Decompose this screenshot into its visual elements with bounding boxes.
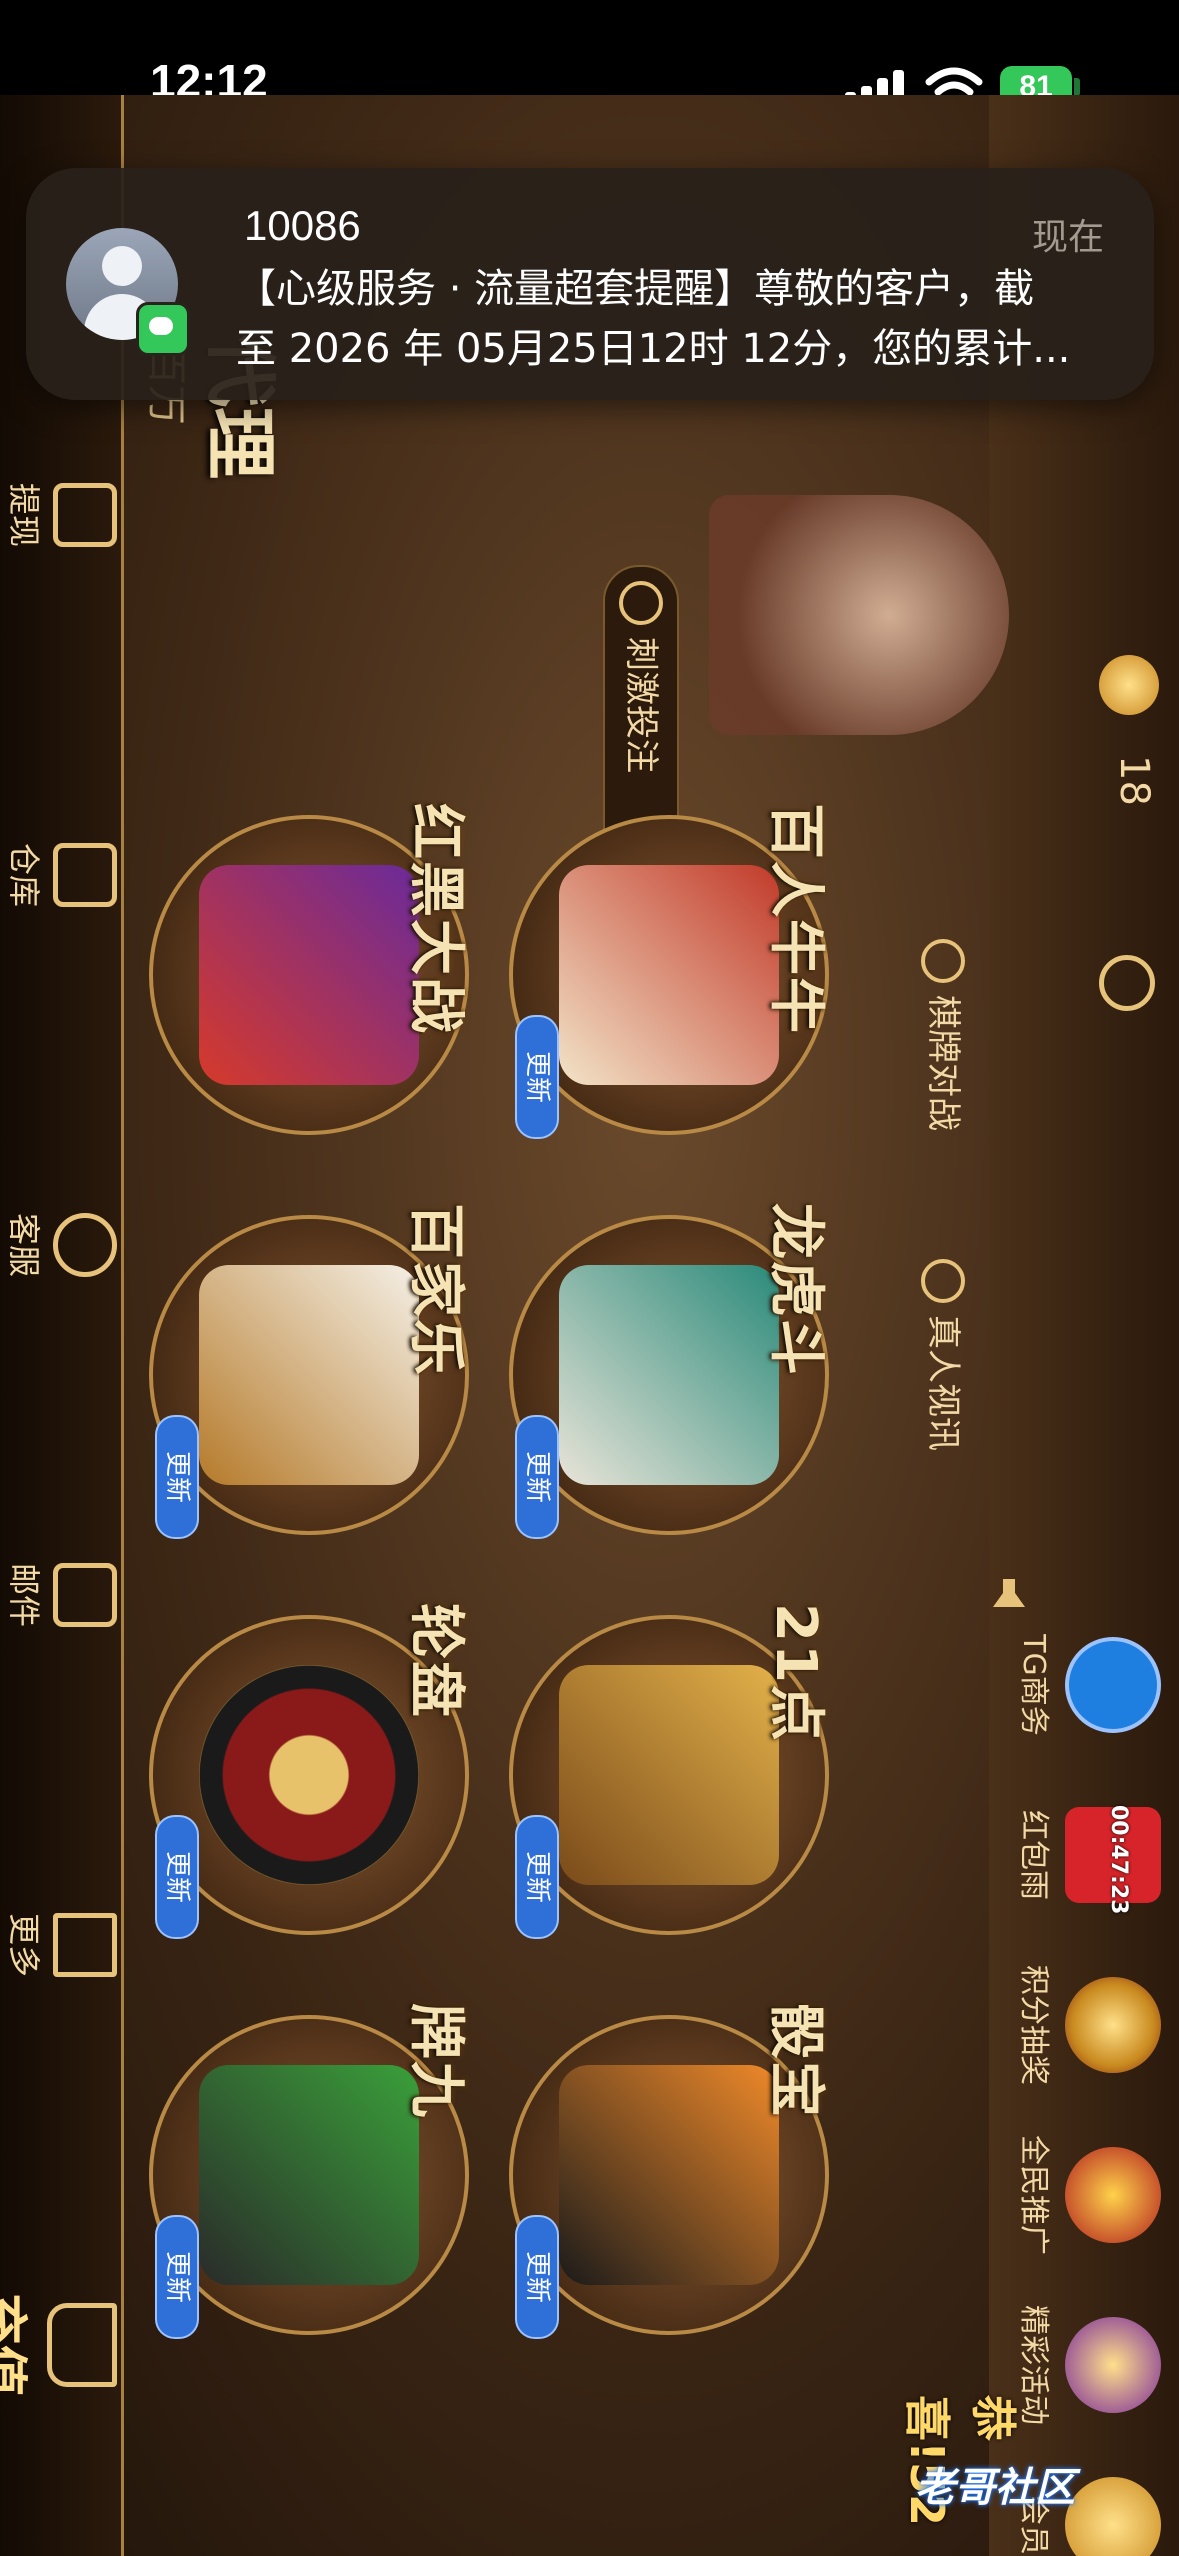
refresh-icon[interactable]: [1099, 955, 1155, 1011]
spade-heart-art: [199, 865, 419, 1085]
cards-icon: [921, 939, 965, 983]
nav-warehouse-label: 仓库: [5, 842, 43, 907]
game-lobby: 代理 百万 刺激投注 18 棋牌对战 真人视讯 百人牛牛 更新: [0, 95, 1179, 2556]
game-name: 轮盘: [403, 1603, 468, 1719]
messages-app-icon: [136, 302, 190, 356]
dice-art: [559, 2065, 779, 2285]
game-tile-blackjack[interactable]: 21点 更新: [469, 1595, 849, 1945]
points-lottery-button[interactable]: 积分抽奖: [991, 1965, 1161, 2085]
watermark: 老哥社区: [915, 2465, 1075, 2511]
blackjack-cards-art: [559, 1665, 779, 1885]
game-name: 红黑大战: [403, 803, 468, 1035]
avatar-head: [102, 246, 142, 286]
notification-sender: 10086: [244, 202, 361, 249]
points-lottery-label: 积分抽奖: [1016, 1965, 1051, 2085]
update-badge: 更新: [155, 1415, 199, 1539]
tab-live[interactable]: 真人视讯: [907, 1245, 979, 1565]
red-envelope-button[interactable]: 00:47:23 红包雨: [991, 1795, 1161, 1915]
referral-icon: [1065, 2147, 1161, 2243]
roulette-wheel-art: [199, 1665, 419, 1885]
nav-mail[interactable]: 邮件: [5, 1505, 117, 1685]
update-badge: 更新: [515, 2215, 559, 2339]
referral-button[interactable]: 全民推广: [991, 2135, 1161, 2255]
crown-icon: [1065, 2477, 1161, 2556]
telegram-icon: [1065, 1637, 1161, 1733]
grid-icon: [53, 1913, 117, 1977]
update-badge: 更新: [515, 1015, 559, 1139]
envelope-icon: [53, 1563, 117, 1627]
megaphone-icon: [989, 1575, 1029, 1615]
notification-banner[interactable]: 10086 现在 【心级服务 · 流量超套提醒】尊敬的客户，截 至 2026 年…: [26, 168, 1154, 400]
game-name: 百人牛牛: [763, 803, 828, 1035]
target-icon: [619, 581, 663, 625]
game-name: 龙虎斗: [763, 1203, 828, 1377]
game-name: 牌九: [403, 2003, 468, 2119]
play-icon: [921, 1259, 965, 1303]
slot-machine-icon: [1065, 2317, 1161, 2413]
tab-chess[interactable]: 棋牌对战: [907, 925, 979, 1245]
nav-recharge[interactable]: 充值: [0, 2215, 117, 2475]
prize-wheel-icon: [1065, 1977, 1161, 2073]
game-tile-longhudou[interactable]: 龙虎斗 更新: [469, 1195, 849, 1545]
game-tile-baren-niuniu[interactable]: 百人牛牛 更新: [469, 795, 849, 1145]
nav-recharge-label: 充值: [0, 2292, 30, 2397]
tab-live-label: 真人视讯: [923, 1315, 963, 1451]
withdraw-icon: [53, 483, 117, 547]
nav-support-label: 客服: [5, 1212, 43, 1277]
red-envelope-label: 红包雨: [1016, 1810, 1051, 1900]
nav-mail-label: 邮件: [5, 1562, 43, 1627]
dragon-tiger-art: [559, 1265, 779, 1485]
battery-tip: [1074, 78, 1080, 96]
notification-time: 现在: [1031, 217, 1104, 258]
game-tile-red-black[interactable]: 红黑大战: [109, 795, 489, 1145]
promo-tab-label: 刺激投注: [621, 637, 661, 773]
game-tile-paigow[interactable]: 牌九 更新: [109, 1995, 489, 2345]
countdown-timer: 00:47:23: [1106, 1805, 1131, 1915]
nav-support[interactable]: 客服: [5, 1155, 117, 1335]
update-badge: 更新: [515, 1415, 559, 1539]
tab-chess-label: 棋牌对战: [923, 995, 963, 1131]
safe-icon: [53, 843, 117, 907]
nav-more-label: 更多: [5, 1912, 43, 1977]
update-badge: 更新: [155, 1815, 199, 1939]
poker-cards-art: [199, 1265, 419, 1485]
headset-icon: [53, 1213, 117, 1277]
lobby-rotated-canvas: 代理 百万 刺激投注 18 棋牌对战 真人视讯 百人牛牛 更新: [0, 95, 1179, 2556]
dominoes-art: [199, 2065, 419, 2285]
game-name: 21点: [763, 1603, 828, 1743]
game-tile-baccarat[interactable]: 百家乐 更新: [109, 1195, 489, 1545]
coin-count: 18: [1111, 755, 1157, 806]
cart-icon: [47, 2303, 117, 2387]
game-tile-sicbo[interactable]: 骰宝 更新: [469, 1995, 849, 2345]
game-tile-roulette[interactable]: 轮盘 更新: [109, 1595, 489, 1945]
coin-icon: [1099, 655, 1159, 715]
tg-business-label: TG商务: [1016, 1634, 1051, 1736]
game-name: 百家乐: [403, 1203, 468, 1377]
game-name: 骰宝: [763, 2003, 828, 2119]
pirate-pig-art: [559, 865, 779, 1085]
status-bar: 12:12 81: [0, 0, 1179, 109]
nav-withdraw[interactable]: 提现: [5, 425, 117, 605]
update-badge: 更新: [515, 1815, 559, 1939]
nav-warehouse[interactable]: 仓库: [5, 785, 117, 965]
notification-body-line2: 至 2026 年 05月25日12时 12分，您的累计...: [236, 326, 1071, 372]
notification-body-line1: 【心级服务 · 流量超套提醒】尊敬的客户，截: [236, 266, 1035, 312]
tg-business-button[interactable]: TG商务: [991, 1625, 1161, 1745]
referral-label: 全民推广: [1016, 2135, 1051, 2255]
hostess-avatar: [709, 495, 1009, 735]
nav-withdraw-label: 提现: [5, 482, 43, 547]
nav-more[interactable]: 更多: [5, 1855, 117, 2035]
update-badge: 更新: [155, 2215, 199, 2339]
